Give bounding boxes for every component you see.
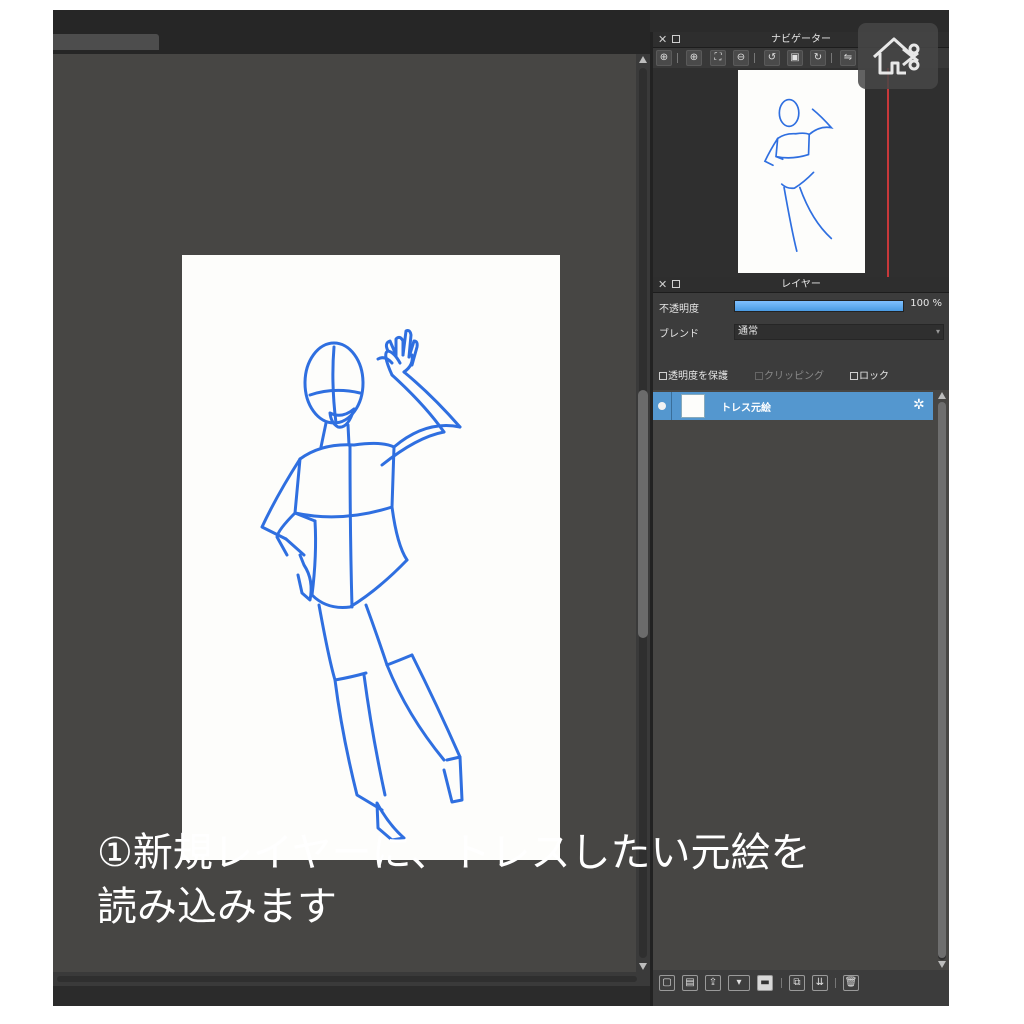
layer-panel-header: ✕ レイヤー	[653, 277, 949, 293]
opacity-value: 100 %	[910, 298, 942, 309]
scroll-up-arrow-icon[interactable]	[639, 56, 647, 63]
layer-title: レイヤー	[781, 279, 821, 290]
zoom-out-icon[interactable]: ⊖	[733, 50, 749, 66]
flip-icon[interactable]: ⇋	[840, 50, 856, 66]
toolbar-divider	[831, 53, 832, 63]
tutorial-caption: ①新規レイヤーに、トレスしたい元絵を 読み込みます	[97, 826, 977, 934]
blend-label: ブレンド	[659, 329, 699, 340]
zoom-in-icon[interactable]: ⊕	[686, 50, 702, 66]
reset-icon[interactable]: ▣	[787, 50, 803, 66]
layer-name: トレス元絵	[721, 403, 771, 414]
fit-screen-icon[interactable]: ⛶	[710, 50, 726, 66]
opacity-label: 不透明度	[659, 304, 699, 315]
home-icon	[872, 37, 920, 75]
document-tab-bar	[53, 10, 650, 54]
blend-mode-value: 通常	[738, 326, 758, 337]
opacity-slider[interactable]	[734, 300, 904, 312]
clipping-label: クリッピング	[764, 371, 824, 382]
checkbox-box	[659, 372, 667, 380]
chevron-down-icon: ▾	[935, 327, 940, 336]
rotate-left-icon[interactable]: ↺	[764, 50, 780, 66]
clipping-checkbox: クリッピング	[755, 371, 824, 383]
layer-thumbnail	[681, 394, 705, 418]
merge-icon[interactable]: ⇊	[812, 975, 828, 991]
add-layer-dropdown-icon[interactable]: ▾	[728, 975, 750, 991]
toolbar-divider	[835, 978, 836, 988]
layer-options: 透明度を保護 クリッピング ロック	[653, 364, 949, 390]
caption-line-2: 読み込みます	[97, 884, 337, 930]
navigator-view-frame	[887, 68, 889, 278]
scroll-down-arrow-icon[interactable]	[938, 961, 946, 968]
scroll-up-arrow-icon[interactable]	[938, 392, 946, 399]
new-layer-icon[interactable]: ▢	[659, 975, 675, 991]
duplicate-icon[interactable]: ⧉	[789, 975, 805, 991]
opacity-slider-fill	[735, 301, 903, 311]
scroll-down-arrow-icon[interactable]	[639, 963, 647, 970]
sketch-figure	[260, 329, 464, 842]
zoom-in-icon[interactable]: ⊕	[656, 50, 672, 66]
lock-checkbox[interactable]: ロック	[850, 371, 889, 383]
import-icon[interactable]: ⇪	[705, 975, 721, 991]
home-button[interactable]	[858, 23, 938, 89]
layer-properties: 不透明度 100 % ブレンド 通常 ▾	[653, 294, 949, 364]
folder-icon[interactable]: ▬	[757, 975, 773, 991]
layer-divider	[671, 392, 672, 420]
navigator-preview[interactable]	[653, 68, 949, 278]
navigator-thumbnail	[738, 70, 865, 273]
toolbar-divider	[781, 978, 782, 988]
scroll-track[interactable]	[57, 976, 637, 982]
lock-label: ロック	[859, 371, 889, 382]
document-tab[interactable]	[53, 34, 159, 50]
toolbar-divider	[677, 53, 678, 63]
trash-icon[interactable]: 🗑	[843, 975, 859, 991]
checkbox-box	[850, 372, 858, 380]
blend-mode-select[interactable]: 通常 ▾	[734, 324, 944, 340]
rotate-right-icon[interactable]: ↻	[810, 50, 826, 66]
protect-alpha-checkbox[interactable]: 透明度を保護	[659, 371, 728, 383]
canvas-paper[interactable]	[182, 255, 560, 860]
protect-alpha-label: 透明度を保護	[668, 371, 728, 382]
toolbar-divider	[754, 53, 755, 63]
gear-icon[interactable]: ✲	[913, 397, 925, 413]
canvas-horizontal-scrollbar[interactable]	[53, 972, 650, 986]
caption-line-1: ①新規レイヤーに、トレスしたい元絵を	[97, 830, 811, 876]
new-layer-icon[interactable]: ▤	[682, 975, 698, 991]
thumbnail-sketch	[763, 98, 834, 253]
visibility-icon[interactable]	[658, 402, 666, 410]
layer-item[interactable]: トレス元絵 ✲	[653, 392, 933, 420]
scroll-thumb[interactable]	[638, 390, 648, 638]
checkbox-box	[755, 372, 763, 380]
layer-toolbar: ▢ ▤ ⇪ ▾ ▬ ⧉ ⇊ 🗑	[653, 970, 949, 1006]
